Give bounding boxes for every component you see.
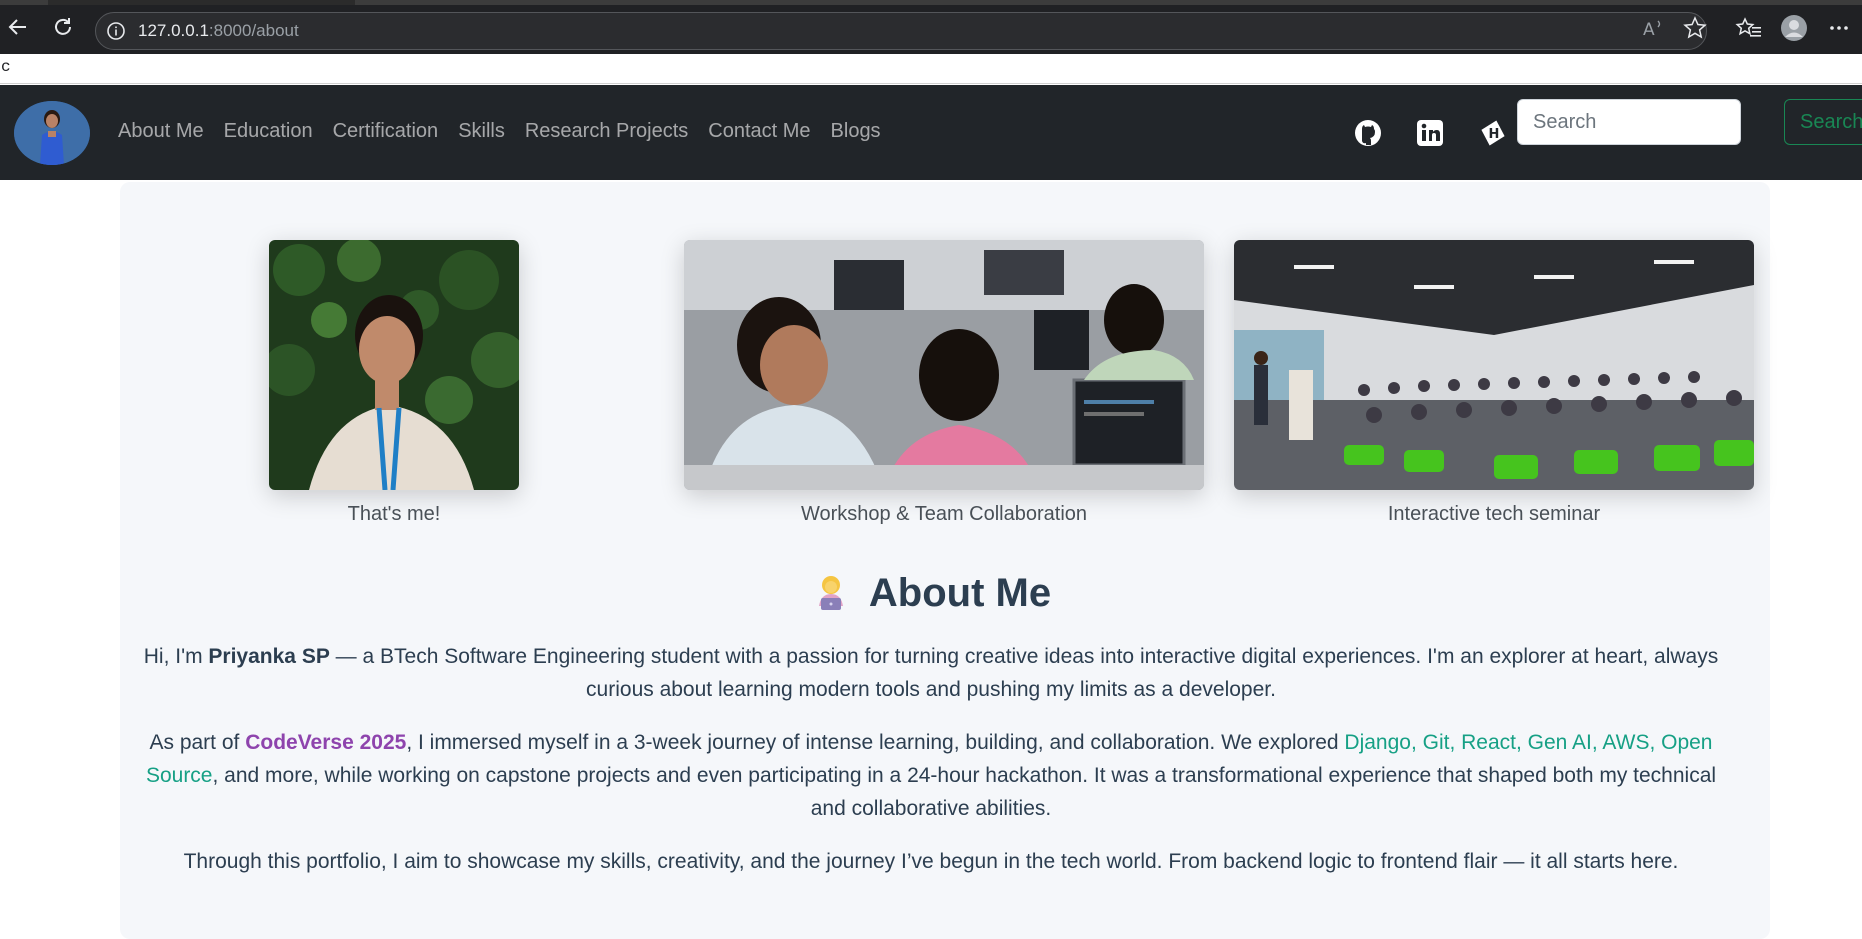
browser-tab[interactable]: [0, 0, 48, 5]
about-paragraph-portfolio: Through this portfolio, I aim to showcas…: [183, 850, 1679, 873]
codeverse-text-end: , and more, while working on capstone pr…: [212, 764, 1717, 820]
nav-link-contact[interactable]: Contact Me: [708, 120, 810, 143]
intro-text-start: Hi, I'm: [143, 645, 209, 668]
technologist-emoji-icon: [811, 572, 851, 612]
nav-link-about[interactable]: About Me: [118, 120, 204, 143]
brand-avatar[interactable]: [14, 101, 90, 165]
intro-text-rest: — a BTech Software Engineering student w…: [329, 645, 1719, 701]
photo-caption: That's me!: [347, 503, 441, 525]
hashnode-icon[interactable]: H: [1478, 118, 1508, 148]
more-menu-icon[interactable]: [1825, 14, 1853, 42]
browser-toolbar: 127.0.0.1:8000/about A: [0, 0, 1862, 54]
photo-workshop: [684, 240, 1204, 490]
svg-text:A: A: [1643, 20, 1655, 40]
about-heading: About Me: [0, 571, 1862, 616]
about-title-text: About Me: [868, 571, 1052, 615]
nav-links: About Me Education Certification Skills …: [118, 120, 901, 143]
linkedin-icon[interactable]: [1415, 118, 1445, 148]
reload-icon[interactable]: [51, 15, 75, 39]
photo-caption: Interactive tech seminar: [1387, 503, 1601, 525]
favorite-star-icon[interactable]: [1682, 15, 1708, 41]
search-input[interactable]: [1517, 99, 1741, 145]
nav-link-blogs[interactable]: Blogs: [831, 120, 881, 143]
search-button[interactable]: Search: [1784, 99, 1862, 145]
profile-icon[interactable]: [1780, 14, 1808, 42]
svg-text:H: H: [1489, 127, 1500, 142]
nav-link-skills[interactable]: Skills: [458, 120, 505, 143]
photo-seminar: [1234, 240, 1754, 490]
about-paragraph-codeverse: As part of CodeVerse 2025, I immersed my…: [140, 726, 1722, 825]
url-host: 127.0.0.1: [138, 21, 209, 40]
event-name: CodeVerse 2025: [245, 731, 407, 754]
nav-link-certification[interactable]: Certification: [333, 120, 439, 143]
nav-link-education[interactable]: Education: [224, 120, 313, 143]
back-icon[interactable]: [6, 15, 30, 39]
find-bar[interactable]: c: [0, 54, 1862, 84]
author-name: Priyanka SP: [208, 645, 330, 668]
url-text[interactable]: 127.0.0.1:8000/about: [138, 21, 299, 41]
nav-link-research-projects[interactable]: Research Projects: [525, 120, 688, 143]
codeverse-text-start: As part of: [149, 731, 246, 754]
tab-strip: [0, 0, 1862, 5]
site-info-icon[interactable]: [106, 21, 126, 41]
favorites-icon[interactable]: [1735, 14, 1763, 42]
about-paragraph-intro: Hi, I'm Priyanka SP — a BTech Software E…: [140, 640, 1722, 706]
url-path: :8000/about: [208, 21, 299, 40]
address-bar[interactable]: 127.0.0.1:8000/about: [95, 12, 1707, 50]
browser-tab[interactable]: [355, 0, 1862, 5]
photo-caption: Workshop & Team Collaboration: [800, 503, 1088, 525]
photo-portrait: [269, 240, 519, 490]
find-text[interactable]: c: [1, 58, 11, 76]
read-aloud-icon[interactable]: A: [1641, 15, 1667, 41]
github-icon[interactable]: [1353, 118, 1383, 148]
codeverse-text-middle: , I immersed myself in a 3-week journey …: [406, 731, 1345, 754]
